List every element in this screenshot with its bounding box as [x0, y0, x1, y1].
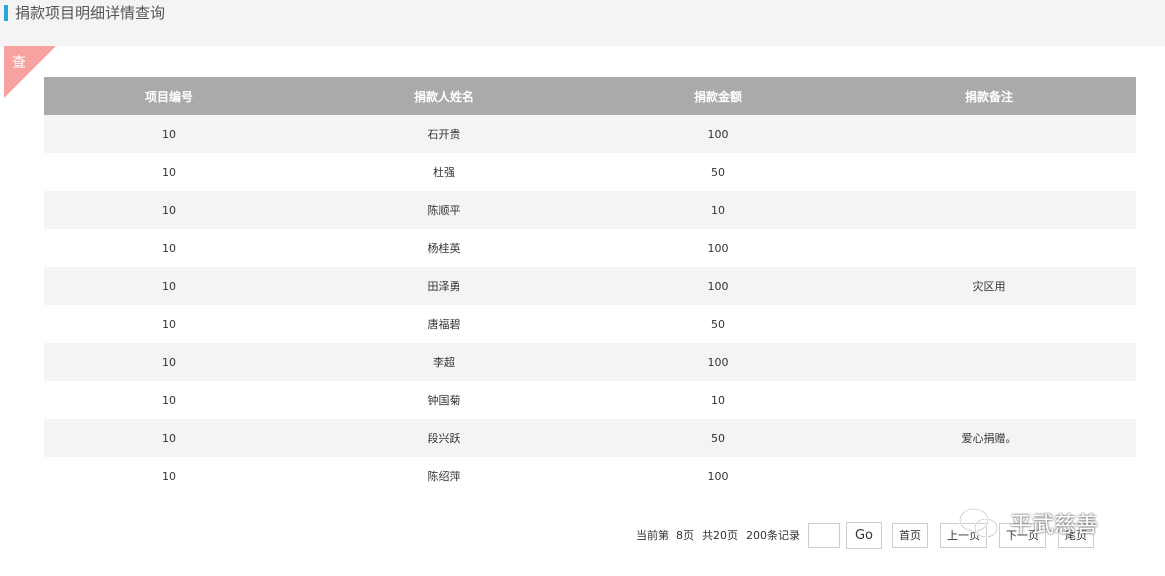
- table-header-row: 项目编号 捐款人姓名 捐款金额 捐款备注: [44, 77, 1136, 115]
- cell-remark: [842, 305, 1136, 343]
- cell-project-id: 10: [44, 419, 294, 457]
- cell-remark: [842, 457, 1136, 495]
- total-records-text: 200条记录: [746, 529, 800, 542]
- table-row: 10 段兴跃 50 爱心捐赠。: [44, 419, 1136, 457]
- page-number-input[interactable]: [808, 522, 840, 548]
- cell-donor-name: 唐福碧: [294, 305, 594, 343]
- table-row: 10 陈绍萍 100: [44, 457, 1136, 495]
- cell-remark: [842, 191, 1136, 229]
- go-button[interactable]: Go: [846, 521, 882, 549]
- current-page-text: 当前第 8页: [636, 529, 694, 542]
- column-header-amount: 捐款金额: [594, 77, 842, 115]
- table-row: 10 陈顺平 10: [44, 191, 1136, 229]
- cell-donor-name: 李超: [294, 343, 594, 381]
- cell-project-id: 10: [44, 381, 294, 419]
- watermark: 平武慈善: [958, 506, 1098, 540]
- cell-remark: [842, 153, 1136, 191]
- column-header-project-id: 项目编号: [44, 77, 294, 115]
- cell-project-id: 10: [44, 457, 294, 495]
- cell-donor-name: 杨桂英: [294, 229, 594, 267]
- watermark-text: 平武慈善: [1010, 513, 1099, 538]
- cell-donor-name: 田泽勇: [294, 267, 594, 305]
- cell-donor-name: 陈顺平: [294, 191, 594, 229]
- total-pages-text: 共20页: [702, 529, 738, 542]
- cell-remark: [842, 381, 1136, 419]
- column-header-remark: 捐款备注: [842, 77, 1136, 115]
- cell-project-id: 10: [44, 305, 294, 343]
- cell-amount: 100: [594, 457, 842, 495]
- cell-donor-name: 钟国菊: [294, 381, 594, 419]
- first-page-button[interactable]: 首页: [892, 522, 928, 548]
- cell-remark: [842, 343, 1136, 381]
- cell-amount: 50: [594, 419, 842, 457]
- table-row: 10 杜强 50: [44, 153, 1136, 191]
- table-row: 10 杨桂英 100: [44, 229, 1136, 267]
- cell-donor-name: 陈绍萍: [294, 457, 594, 495]
- table-row: 10 石开贵 100: [44, 115, 1136, 153]
- cell-amount: 50: [594, 153, 842, 191]
- cell-amount: 100: [594, 115, 842, 153]
- cell-remark: 爱心捐赠。: [842, 419, 1136, 457]
- table-row: 10 唐福碧 50: [44, 305, 1136, 343]
- column-header-donor-name: 捐款人姓名: [294, 77, 594, 115]
- donation-table: 项目编号 捐款人姓名 捐款金额 捐款备注 10 石开贵 100 10 杜强 50…: [44, 77, 1136, 495]
- corner-label: 查: [12, 55, 26, 71]
- table-row: 10 李超 100: [44, 343, 1136, 381]
- cell-donor-name: 段兴跃: [294, 419, 594, 457]
- query-panel: 查 项目编号 捐款人姓名 捐款金额 捐款备注 10 石开贵 100 10 杜强: [4, 46, 1165, 576]
- page-title: 捐款项目明细详情查询: [15, 4, 166, 22]
- cell-remark: [842, 115, 1136, 153]
- cell-donor-name: 杜强: [294, 153, 594, 191]
- wechat-icon: [958, 507, 999, 539]
- cell-amount: 100: [594, 343, 842, 381]
- table-row: 10 钟国菊 10: [44, 381, 1136, 419]
- cell-project-id: 10: [44, 229, 294, 267]
- cell-amount: 50: [594, 305, 842, 343]
- cell-project-id: 10: [44, 191, 294, 229]
- cell-amount: 10: [594, 191, 842, 229]
- title-bar: 捐款项目明细详情查询: [0, 0, 1165, 46]
- cell-project-id: 10: [44, 267, 294, 305]
- cell-amount: 100: [594, 267, 842, 305]
- cell-remark: [842, 229, 1136, 267]
- cell-project-id: 10: [44, 153, 294, 191]
- table-row: 10 田泽勇 100 灾区用: [44, 267, 1136, 305]
- title-accent-bar: [4, 5, 8, 21]
- cell-amount: 10: [594, 381, 842, 419]
- cell-project-id: 10: [44, 115, 294, 153]
- cell-remark: 灾区用: [842, 267, 1136, 305]
- cell-project-id: 10: [44, 343, 294, 381]
- cell-amount: 100: [594, 229, 842, 267]
- cell-donor-name: 石开贵: [294, 115, 594, 153]
